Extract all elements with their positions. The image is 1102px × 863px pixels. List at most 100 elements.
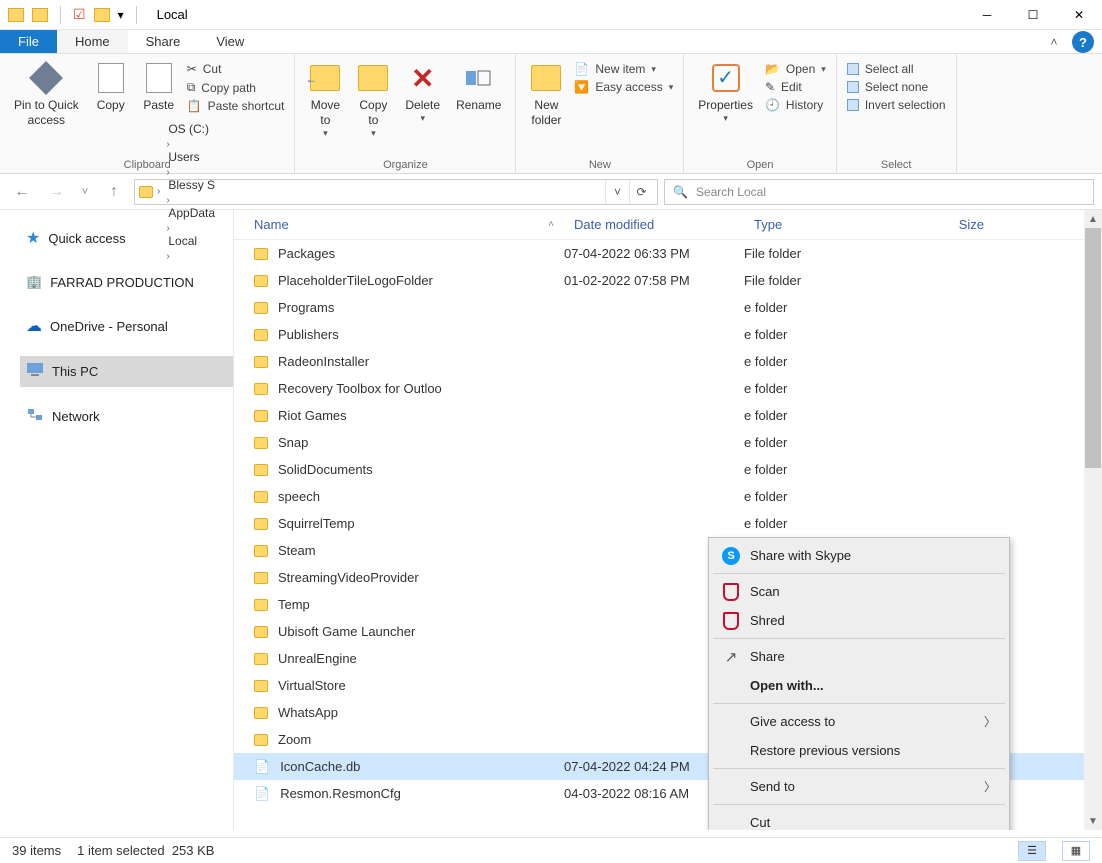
file-name: IconCache.db <box>280 759 360 774</box>
file-row[interactable]: Riot Gamese folder <box>234 402 1084 429</box>
file-row[interactable]: SolidDocumentse folder <box>234 456 1084 483</box>
new-group-label: New <box>522 157 677 171</box>
tab-file[interactable]: File <box>0 30 57 53</box>
status-selected-count: 1 item selected 253 KB <box>77 843 214 858</box>
chevron-right-icon[interactable]: › <box>164 139 171 150</box>
select-none-button[interactable]: Select none <box>847 80 946 94</box>
context-menu-item[interactable]: ↗Share <box>712 642 1006 671</box>
refresh-button[interactable]: ⟳ <box>629 180 653 204</box>
move-to-button[interactable]: ← Move to▾ <box>301 58 349 139</box>
history-button[interactable]: 🕘History <box>765 98 826 112</box>
sidebar-item-onedrive[interactable]: ☁OneDrive - Personal <box>20 310 233 342</box>
menu-item-label: Scan <box>750 584 780 599</box>
recent-locations-button[interactable]: ˅ <box>76 178 94 206</box>
breadcrumb-segment[interactable]: Users <box>164 150 219 164</box>
tab-home[interactable]: Home <box>57 30 128 53</box>
forward-button[interactable]: → <box>42 178 70 206</box>
edit-button[interactable]: ✎Edit <box>765 80 826 94</box>
context-menu-item[interactable]: Restore previous versions <box>712 736 1006 765</box>
ribbon-tabs: File Home Share View ˄ ? <box>0 30 1102 54</box>
sidebar-item-this-pc[interactable]: This PC <box>20 356 233 387</box>
help-icon[interactable]: ? <box>1072 31 1094 53</box>
file-row[interactable]: PlaceholderTileLogoFolder01-02-2022 07:5… <box>234 267 1084 294</box>
file-row[interactable]: Programse folder <box>234 294 1084 321</box>
shield-icon <box>723 612 739 630</box>
column-header-type[interactable]: Type <box>744 217 894 232</box>
back-button[interactable]: ← <box>8 178 36 206</box>
copy-to-button[interactable]: Copy to▾ <box>349 58 397 139</box>
scroll-up-icon[interactable]: ▲ <box>1084 210 1102 228</box>
vertical-scrollbar[interactable]: ▲ ▼ <box>1084 210 1102 830</box>
folder-icon <box>254 410 268 422</box>
copy-path-button[interactable]: ⧉Copy path <box>187 80 285 95</box>
qat-dropdown-icon[interactable]: ▾ <box>118 8 124 22</box>
maximize-button[interactable]: ☐ <box>1010 0 1056 30</box>
select-all-button[interactable]: Select all <box>847 62 946 76</box>
chevron-right-icon[interactable]: › <box>164 167 171 178</box>
menu-item-label: Share <box>750 649 785 664</box>
paste-shortcut-button[interactable]: 📋Paste shortcut <box>187 99 285 113</box>
column-header-date[interactable]: Date modified <box>564 217 744 232</box>
file-name: Riot Games <box>278 408 347 423</box>
context-menu-item[interactable]: Give access to〉 <box>712 707 1006 736</box>
file-name: VirtualStore <box>278 678 346 693</box>
copy-button[interactable]: Copy <box>87 58 135 113</box>
scroll-down-icon[interactable]: ▼ <box>1084 812 1102 830</box>
file-row[interactable]: speeche folder <box>234 483 1084 510</box>
new-folder-button[interactable]: New folder <box>522 58 570 128</box>
pin-to-quick-access-button[interactable]: Pin to Quick access <box>6 58 87 128</box>
breadcrumb-segment[interactable]: OS (C:) <box>164 122 219 136</box>
navigation-bar: ← → ˅ ↑ › OS (C:)›Users›Blessy S›AppData… <box>0 174 1102 210</box>
file-name: Temp <box>278 597 310 612</box>
file-row[interactable]: SquirrelTempe folder <box>234 510 1084 537</box>
chevron-right-icon[interactable]: › <box>164 195 171 206</box>
rename-button[interactable]: Rename <box>448 58 509 113</box>
file-row[interactable]: Recovery Toolbox for Outlooe folder <box>234 375 1084 402</box>
qat-check-icon[interactable]: ☑ <box>73 6 86 23</box>
context-menu-item[interactable]: SShare with Skype <box>712 541 1006 570</box>
file-row[interactable]: Publisherse folder <box>234 321 1084 348</box>
file-row[interactable]: Snape folder <box>234 429 1084 456</box>
scroll-thumb[interactable] <box>1085 228 1101 468</box>
details-view-button[interactable]: ☰ <box>1018 841 1046 861</box>
folder-icon <box>254 437 268 449</box>
paste-button[interactable]: Paste <box>135 58 183 113</box>
minimize-button[interactable]: ─ <box>964 0 1010 30</box>
menu-separator <box>713 804 1005 805</box>
file-row[interactable]: RadeonInstallere folder <box>234 348 1084 375</box>
context-menu-item[interactable]: Open with... <box>712 671 1006 700</box>
tab-view[interactable]: View <box>198 30 262 53</box>
context-menu-item[interactable]: Shred <box>712 606 1006 635</box>
new-item-button[interactable]: 📄New item ▾ <box>574 62 673 76</box>
close-button[interactable]: ✕ <box>1056 0 1102 30</box>
large-icons-view-button[interactable]: ▦ <box>1062 841 1090 861</box>
tab-share[interactable]: Share <box>128 30 199 53</box>
column-header-size[interactable]: Size <box>894 217 994 232</box>
context-menu-item[interactable]: Cut <box>712 808 1006 830</box>
address-bar[interactable]: › OS (C:)›Users›Blessy S›AppData›Local› … <box>134 179 658 205</box>
menu-item-label: Restore previous versions <box>750 743 900 758</box>
breadcrumb-segment[interactable]: Blessy S <box>164 178 219 192</box>
sidebar-item-network[interactable]: Network <box>20 401 233 432</box>
address-dropdown-button[interactable]: ˅ <box>605 180 629 204</box>
sidebar-item-quick-access[interactable]: ★Quick access <box>20 222 233 254</box>
file-name: Steam <box>278 543 316 558</box>
invert-selection-button[interactable]: Invert selection <box>847 98 946 112</box>
chevron-right-icon[interactable]: › <box>155 186 162 197</box>
menu-separator <box>713 768 1005 769</box>
sidebar-item-farrad[interactable]: 🏢FARRAD PRODUCTION <box>20 268 233 296</box>
context-menu-item[interactable]: Send to〉 <box>712 772 1006 801</box>
delete-button[interactable]: ✕ Delete▾ <box>397 58 448 124</box>
file-row[interactable]: Packages07-04-2022 06:33 PMFile folder <box>234 240 1084 267</box>
collapse-ribbon-icon[interactable]: ˄ <box>1040 30 1068 53</box>
search-box[interactable]: 🔍 Search Local <box>664 179 1094 205</box>
easy-access-button[interactable]: 🔽Easy access ▾ <box>574 80 673 94</box>
cut-button[interactable]: ✂Cut <box>187 62 285 76</box>
menu-item-label: Send to <box>750 779 795 794</box>
up-button[interactable]: ↑ <box>100 178 128 206</box>
file-type: e folder <box>744 435 894 450</box>
context-menu-item[interactable]: Scan <box>712 577 1006 606</box>
column-header-name[interactable]: Name˄ <box>234 217 564 232</box>
properties-button[interactable]: ✓ Properties▾ <box>690 58 761 124</box>
open-button[interactable]: 📂Open ▾ <box>765 62 826 76</box>
